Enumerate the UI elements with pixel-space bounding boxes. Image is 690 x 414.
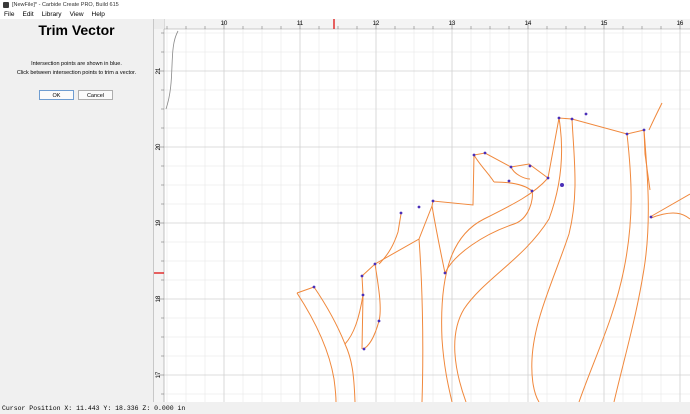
ok-button[interactable]: OK [39, 90, 74, 100]
menu-file[interactable]: File [0, 11, 18, 18]
ruler-y-label-19: 19 [156, 219, 162, 226]
ruler-y-label-21: 21 [156, 67, 162, 74]
ruler-y-label-17: 17 [156, 371, 162, 378]
top-ruler [154, 19, 690, 29]
ruler-x-label-14: 14 [525, 21, 532, 27]
ruler-x-label-12: 12 [373, 21, 380, 27]
app-icon [3, 1, 9, 8]
menu-bar: File Edit Library View Help [0, 9, 690, 19]
cancel-button[interactable]: Cancel [78, 90, 113, 100]
title-bar: [NewFile]* - Carbide Create PRO, Build 6… [0, 0, 690, 9]
ruler-x-label-15: 15 [601, 21, 608, 27]
design-canvas[interactable]: 10 11 12 13 14 15 16 21 20 19 18 17 [154, 19, 690, 402]
ruler-x-label-16: 16 [677, 21, 684, 27]
ruler-x-label-11: 11 [297, 21, 304, 27]
window-title: [NewFile]* - Carbide Create PRO, Build 6… [12, 1, 119, 8]
instruction-line-2: Click between intersection points to tri… [16, 70, 137, 76]
ruler-x-label-13: 13 [449, 21, 456, 27]
left-ruler [154, 19, 164, 402]
menu-view[interactable]: View [66, 11, 88, 18]
panel-title: Trim Vector [38, 22, 115, 38]
ruler-x-label-10: 10 [221, 21, 228, 27]
menu-help[interactable]: Help [88, 11, 109, 18]
menu-library[interactable]: Library [38, 11, 66, 18]
trim-vector-panel: Trim Vector Intersection points are show… [0, 19, 154, 402]
status-bar: Cursor Position X: 11.443 Y: 18.336 Z: 0… [0, 402, 690, 414]
menu-edit[interactable]: Edit [18, 11, 37, 18]
cursor-position-readout: Cursor Position X: 11.443 Y: 18.336 Z: 0… [2, 404, 186, 412]
ruler-y-label-20: 20 [156, 143, 162, 150]
ruler-y-label-18: 18 [156, 295, 162, 302]
instruction-line-1: Intersection points are shown in blue. [31, 61, 122, 67]
